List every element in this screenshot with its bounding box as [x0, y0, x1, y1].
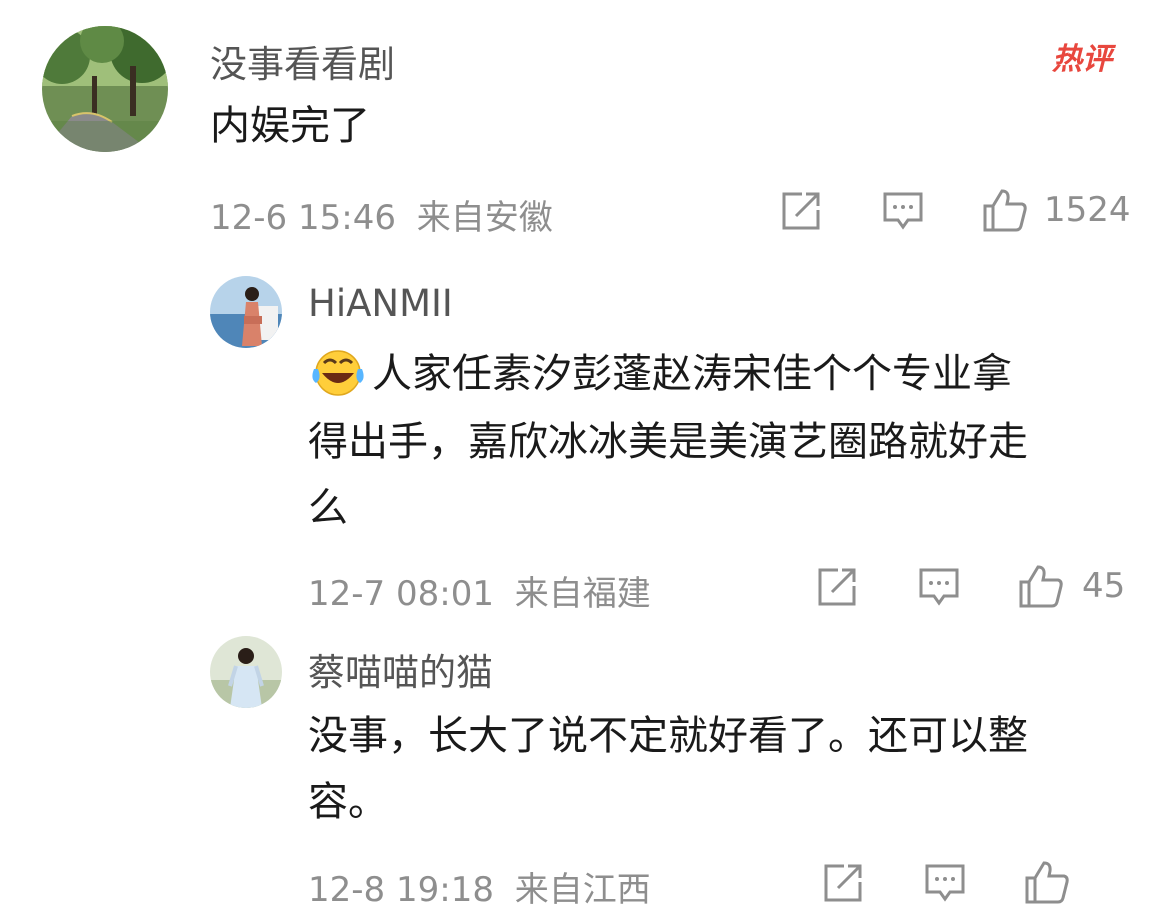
comment-icon[interactable]	[918, 566, 960, 608]
comment-text: 内娱完了	[210, 103, 370, 149]
avatar[interactable]	[210, 636, 282, 708]
like-count: 1524	[1044, 190, 1131, 230]
reply-text-line: 么	[308, 485, 348, 531]
avatar[interactable]	[42, 26, 168, 152]
comment-location: 来自江西	[514, 870, 651, 910]
comment-location: 来自福建	[514, 574, 651, 614]
share-icon[interactable]	[780, 190, 822, 232]
avatar[interactable]	[210, 276, 282, 348]
comment-time: 12-7 08:01	[308, 574, 494, 614]
comment-time: 12-8 19:18	[308, 870, 494, 910]
comment-icon[interactable]	[882, 190, 924, 232]
reply-text-line: 人家任素汐彭蓬赵涛宋佳个个专业拿	[372, 351, 1012, 397]
comment-location: 来自安徽	[416, 198, 553, 238]
hot-comment-badge: 热评	[1052, 42, 1112, 77]
thumbs-up-icon[interactable]	[982, 188, 1028, 232]
share-icon[interactable]	[822, 862, 864, 904]
thumbs-up-icon[interactable]	[1024, 860, 1070, 904]
reply-text-line: 没事，长大了说不定就好看了。还可以整	[308, 713, 1028, 759]
username[interactable]: 没事看看剧	[210, 34, 395, 88]
comment-icon[interactable]	[924, 862, 966, 904]
username[interactable]: HiANMII	[308, 282, 453, 325]
username[interactable]: 蔡喵喵的猫	[308, 642, 493, 696]
comment-meta: 12-8 19:18 来自江西	[308, 862, 651, 911]
share-icon[interactable]	[816, 566, 858, 608]
comment-meta: 12-7 08:01 来自福建	[308, 566, 651, 615]
reply-text-line: 容。	[308, 779, 388, 825]
reply-text-line: 得出手，嘉欣冰冰美是美演艺圈路就好走	[308, 419, 1028, 465]
like-count: 45	[1082, 566, 1126, 606]
thumbs-up-icon[interactable]	[1018, 564, 1064, 608]
laugh-cry-emoji-icon	[310, 349, 366, 397]
comment-meta: 12-6 15:46 来自安徽	[210, 190, 553, 239]
comment-time: 12-6 15:46	[210, 198, 396, 238]
